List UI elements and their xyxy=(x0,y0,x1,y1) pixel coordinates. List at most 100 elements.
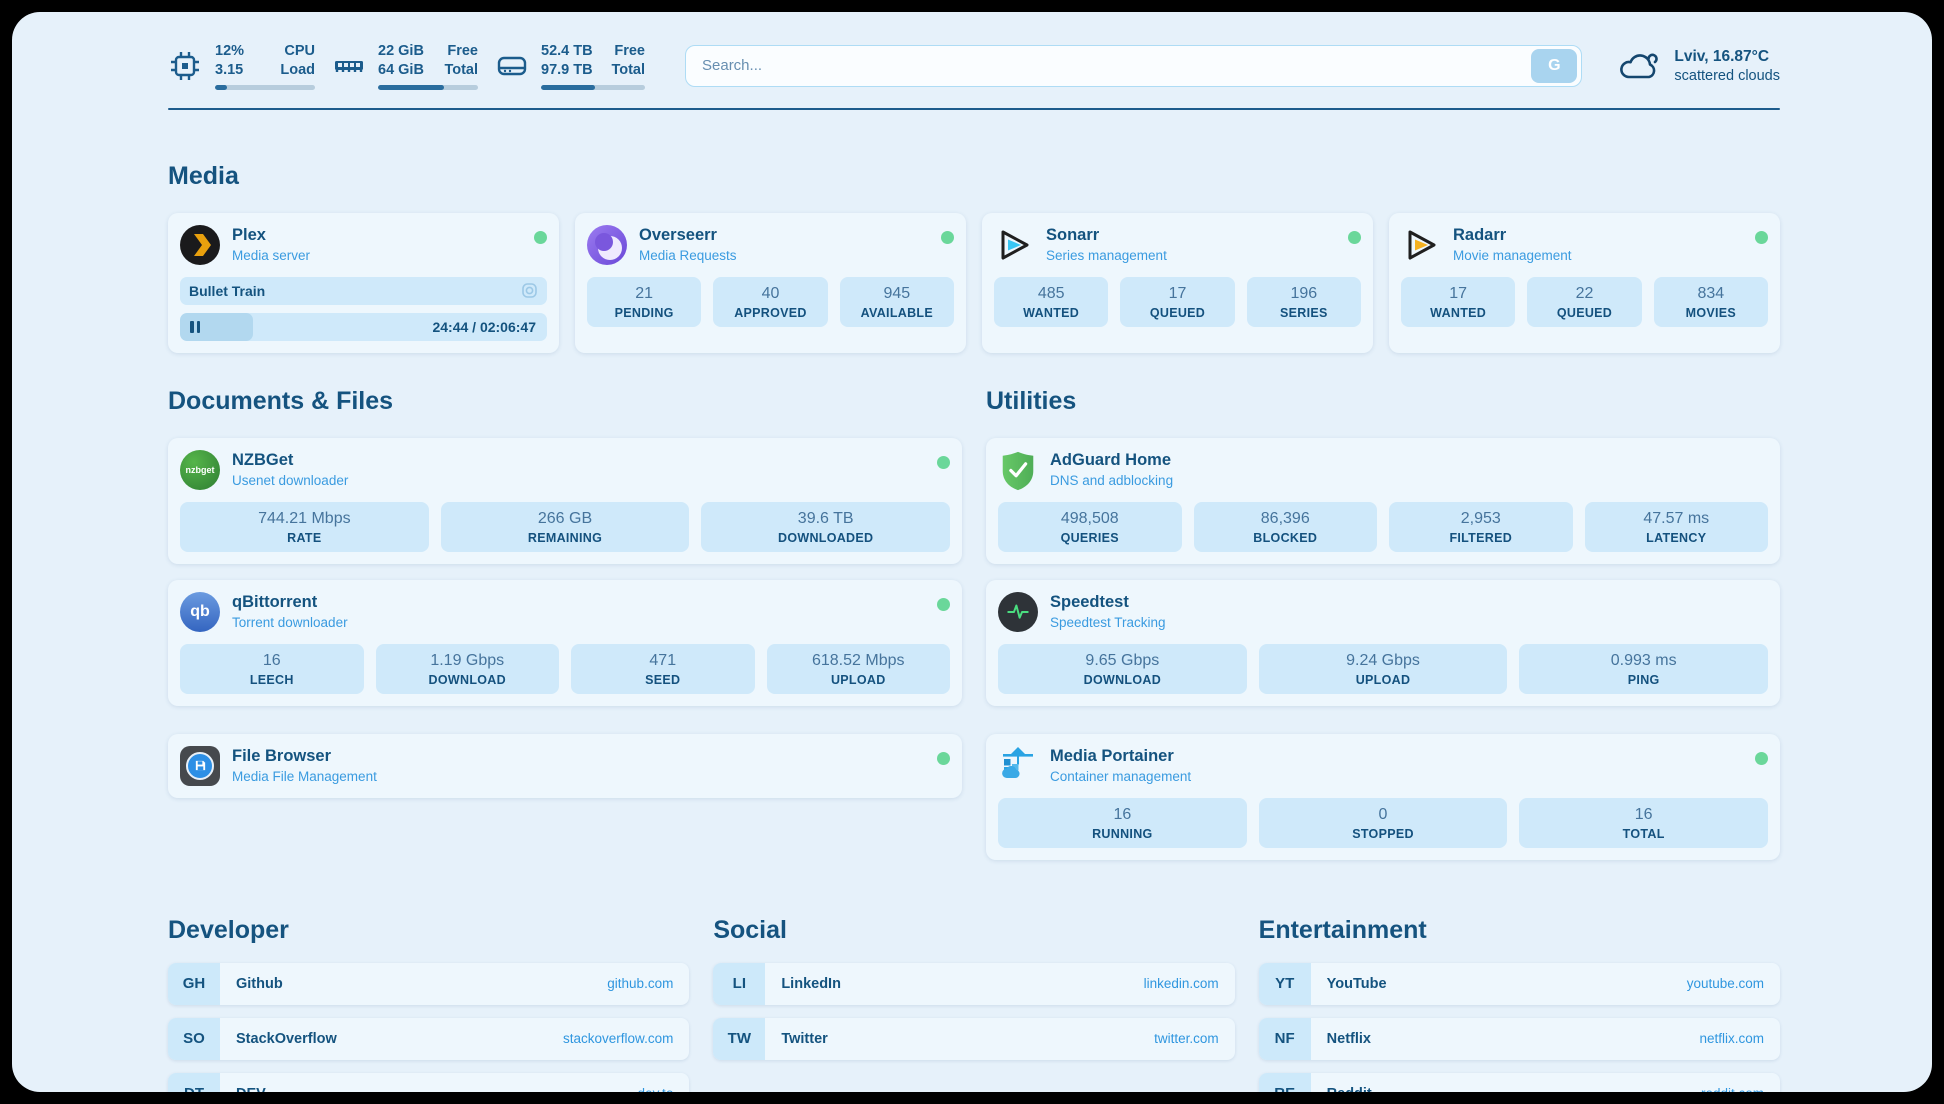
link-row-netflix[interactable]: NF Netflix netflix.com xyxy=(1259,1018,1780,1060)
stat-chip: 0.993 msPING xyxy=(1519,644,1768,694)
ram-meter xyxy=(378,85,478,90)
app-name: qBittorrent xyxy=(232,593,925,612)
status-dot xyxy=(1755,752,1768,765)
stat-chip: 9.65 GbpsDOWNLOAD xyxy=(998,644,1247,694)
link-url: github.com xyxy=(607,976,689,991)
app-card-filebrowser[interactable]: File Browser Media File Management xyxy=(168,734,962,798)
documents-section: Documents & Files nzbget NZBGet Usenet d… xyxy=(168,387,962,798)
cpu-meter xyxy=(215,85,315,90)
link-name: StackOverflow xyxy=(220,1031,563,1047)
app-card-radarr[interactable]: Radarr Movie management 17WANTED 22QUEUE… xyxy=(1389,213,1780,353)
dashboard: 12%3.15 CPULoad 22 xyxy=(12,12,1932,1092)
stat-chip: 0STOPPED xyxy=(1259,798,1508,848)
link-row-github[interactable]: GH Github github.com xyxy=(168,963,689,1005)
adguard-icon xyxy=(998,450,1038,490)
status-dot xyxy=(534,231,547,244)
app-name: Plex xyxy=(232,226,522,245)
stat-chip: 266 GBREMAINING xyxy=(441,502,690,552)
link-url: linkedin.com xyxy=(1144,976,1235,991)
search-input[interactable] xyxy=(686,57,1531,74)
link-row-stackoverflow[interactable]: SO StackOverflow stackoverflow.com xyxy=(168,1018,689,1060)
link-name: YouTube xyxy=(1311,976,1687,992)
qbittorrent-icon: qb xyxy=(180,592,220,632)
stat-chip: 2,953FILTERED xyxy=(1389,502,1573,552)
stream-settings-icon[interactable] xyxy=(521,282,538,299)
link-row-dev[interactable]: DT DEV dev.to xyxy=(168,1073,689,1092)
weather-widget: Lviv, 16.87°C scattered clouds xyxy=(1616,47,1780,85)
app-card-adguard[interactable]: AdGuard Home DNS and adblocking 498,508Q… xyxy=(986,438,1780,564)
stat-chip: 86,396BLOCKED xyxy=(1194,502,1378,552)
ram-label: Free xyxy=(444,42,478,61)
cpu-stat: 12%3.15 CPULoad xyxy=(168,42,315,90)
stat-chip: 618.52 MbpsUPLOAD xyxy=(767,644,951,694)
link-tag: RE xyxy=(1259,1073,1311,1092)
link-tag: SO xyxy=(168,1018,220,1060)
app-card-portainer[interactable]: Media Portainer Container management 16R… xyxy=(986,734,1780,860)
ram-free: 22 GiB xyxy=(378,42,424,61)
app-desc: Media File Management xyxy=(232,769,925,784)
radarr-icon xyxy=(1401,225,1441,265)
stat-chip: 39.6 TBDOWNLOADED xyxy=(701,502,950,552)
search-provider-button[interactable]: G xyxy=(1531,49,1577,83)
link-name: Github xyxy=(220,976,607,992)
app-card-overseerr[interactable]: Overseerr Media Requests 21PENDING 40APP… xyxy=(575,213,966,353)
nzbget-icon: nzbget xyxy=(180,450,220,490)
stat-chip: 9.24 GbpsUPLOAD xyxy=(1259,644,1508,694)
playback-progress: 24:44 / 02:06:47 xyxy=(180,313,547,341)
stat-chip: 1.19 GbpsDOWNLOAD xyxy=(376,644,560,694)
app-card-qbittorrent[interactable]: qb qBittorrent Torrent downloader 16LEEC… xyxy=(168,580,962,706)
link-row-twitter[interactable]: TW Twitter twitter.com xyxy=(713,1018,1234,1060)
app-name: Radarr xyxy=(1453,226,1743,245)
pause-icon[interactable] xyxy=(190,321,200,333)
app-card-plex[interactable]: Plex Media server Bullet Train 24:44 / 0… xyxy=(168,213,559,353)
app-desc: Usenet downloader xyxy=(232,473,925,488)
link-row-linkedin[interactable]: LI LinkedIn linkedin.com xyxy=(713,963,1234,1005)
stat-chip: 744.21 MbpsRATE xyxy=(180,502,429,552)
disk-free: 52.4 TB xyxy=(541,42,593,61)
app-card-nzbget[interactable]: nzbget NZBGet Usenet downloader 744.21 M… xyxy=(168,438,962,564)
link-url: dev.to xyxy=(638,1086,690,1092)
app-card-speedtest[interactable]: Speedtest Speedtest Tracking 9.65 GbpsDO… xyxy=(986,580,1780,706)
system-stats: 12%3.15 CPULoad 22 xyxy=(168,42,645,90)
link-url: netflix.com xyxy=(1699,1031,1780,1046)
top-bar: 12%3.15 CPULoad 22 xyxy=(168,42,1780,90)
app-name: Media Portainer xyxy=(1050,747,1743,766)
ram-label2: Total xyxy=(444,61,478,80)
disk-icon xyxy=(496,49,528,83)
section-heading-developer: Developer xyxy=(168,916,689,945)
section-heading-entertainment: Entertainment xyxy=(1259,916,1780,945)
app-desc: Media server xyxy=(232,248,522,263)
app-name: Overseerr xyxy=(639,226,929,245)
now-playing-title: Bullet Train xyxy=(189,283,265,299)
section-heading-media: Media xyxy=(168,162,1780,191)
section-heading-documents: Documents & Files xyxy=(168,387,962,416)
app-desc: DNS and adblocking xyxy=(1050,473,1768,488)
app-desc: Speedtest Tracking xyxy=(1050,615,1768,630)
link-name: Reddit xyxy=(1311,1086,1701,1092)
status-dot xyxy=(937,598,950,611)
disk-meter xyxy=(541,85,645,90)
media-grid: Plex Media server Bullet Train 24:44 / 0… xyxy=(168,213,1780,353)
stat-chip: 485WANTED xyxy=(994,277,1108,327)
app-desc: Container management xyxy=(1050,769,1743,784)
app-card-sonarr[interactable]: Sonarr Series management 485WANTED 17QUE… xyxy=(982,213,1373,353)
stat-chip: 498,508QUERIES xyxy=(998,502,1182,552)
link-row-reddit[interactable]: RE Reddit reddit.com xyxy=(1259,1073,1780,1092)
cpu-icon xyxy=(168,49,202,83)
disk-label2: Total xyxy=(611,61,645,80)
link-name: Twitter xyxy=(765,1031,1154,1047)
link-tag: YT xyxy=(1259,963,1311,1005)
stat-chip: 16LEECH xyxy=(180,644,364,694)
portainer-icon xyxy=(998,746,1038,786)
section-heading-utilities: Utilities xyxy=(986,387,1780,416)
developer-links: Developer GH Github github.com SO StackO… xyxy=(168,916,689,1092)
topbar-divider xyxy=(168,108,1780,110)
stat-chip: 16TOTAL xyxy=(1519,798,1768,848)
search-bar: G xyxy=(685,45,1582,87)
link-row-youtube[interactable]: YT YouTube youtube.com xyxy=(1259,963,1780,1005)
link-name: Netflix xyxy=(1311,1031,1700,1047)
stat-chip: 22QUEUED xyxy=(1527,277,1641,327)
entertainment-links: Entertainment YT YouTube youtube.com NF … xyxy=(1259,916,1780,1092)
stat-chip: 471SEED xyxy=(571,644,755,694)
status-dot xyxy=(1755,231,1768,244)
